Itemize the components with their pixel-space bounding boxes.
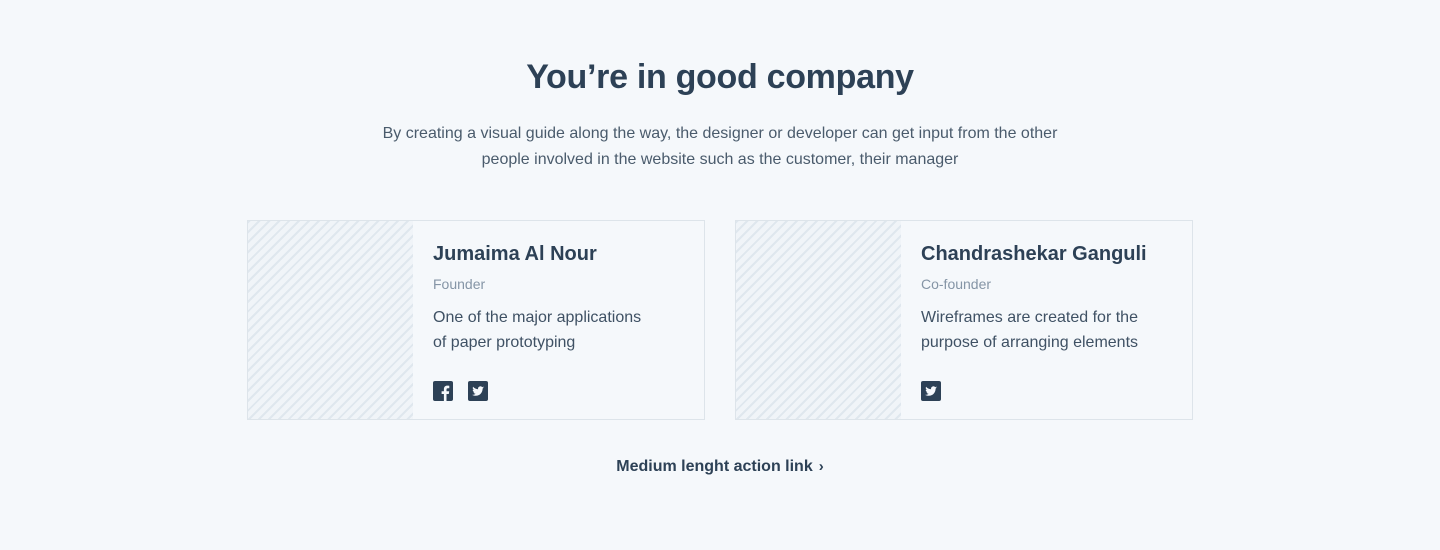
member-photo-placeholder — [248, 221, 413, 419]
twitter-icon[interactable] — [921, 381, 941, 401]
section-subtitle: By creating a visual guide along the way… — [360, 121, 1080, 173]
member-photo-placeholder — [736, 221, 901, 419]
action-link[interactable]: Medium lenght action link › — [616, 458, 823, 475]
member-name: Jumaima Al Nour — [433, 243, 597, 265]
bio-line-1: Wireframes are created for the — [921, 309, 1138, 326]
member-bio: Wireframes are created for the purpose o… — [921, 305, 1171, 355]
member-role: Founder — [433, 276, 486, 292]
member-role: Co-founder — [921, 276, 992, 292]
bio-line-2: purpose of arranging elements — [921, 334, 1139, 351]
bio-line-1: One of the major applications — [433, 309, 642, 326]
social-links — [433, 381, 488, 401]
bio-line-2: of paper prototyping — [433, 334, 576, 351]
facebook-icon[interactable] — [433, 381, 453, 401]
subtitle-line-1: By creating a visual guide along the way… — [382, 125, 1058, 142]
member-name: Chandrashekar Ganguli — [921, 243, 1147, 265]
subtitle-line-2: people involved in the website such as t… — [481, 151, 959, 168]
team-card: Jumaima Al Nour Founder One of the major… — [247, 220, 705, 420]
twitter-icon[interactable] — [468, 381, 488, 401]
card-body: Chandrashekar Ganguli Co-founder Wirefra… — [921, 241, 1171, 355]
social-links — [921, 381, 941, 401]
action-link-row: Medium lenght action link › — [0, 458, 1440, 476]
card-body: Jumaima Al Nour Founder One of the major… — [433, 241, 683, 355]
chevron-right-icon: › — [818, 458, 824, 475]
team-card: Chandrashekar Ganguli Co-founder Wirefra… — [735, 220, 1193, 420]
team-section: You’re in good company By creating a vis… — [0, 0, 1440, 550]
section-title: You’re in good company — [526, 58, 914, 96]
member-bio: One of the major applications of paper p… — [433, 305, 683, 355]
action-link-label: Medium lenght action link — [616, 458, 813, 475]
